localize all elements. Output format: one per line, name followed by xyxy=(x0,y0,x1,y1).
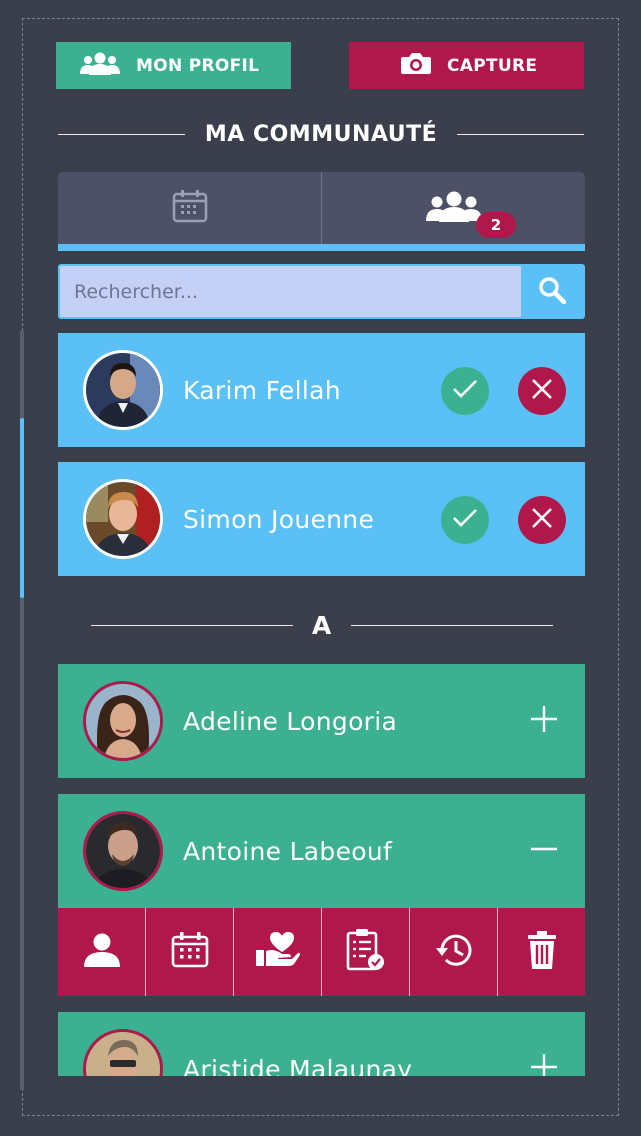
reject-button[interactable] xyxy=(518,496,566,544)
page-title: MA COMMUNAUTÉ xyxy=(204,121,438,147)
contact-name: Karim Fellah xyxy=(183,375,341,405)
tab-calendar[interactable] xyxy=(58,172,322,244)
contact-row[interactable]: Adeline Longoria xyxy=(58,664,585,778)
expand-button[interactable] xyxy=(520,1045,568,1076)
accept-button[interactable] xyxy=(441,367,489,415)
avatar xyxy=(83,811,163,891)
delete-button[interactable] xyxy=(498,908,585,996)
avatar xyxy=(83,479,163,559)
search-icon xyxy=(538,276,567,308)
alphabet-divider: A xyxy=(58,586,585,664)
contact-name: Aristide Malaunay xyxy=(183,1054,413,1077)
close-icon xyxy=(531,378,553,404)
checklist-icon xyxy=(346,929,386,975)
list-viewport-bottom: Aristide Malaunay xyxy=(58,1012,585,1076)
avatar xyxy=(83,350,163,430)
group-icon xyxy=(80,51,120,80)
schedule-button[interactable] xyxy=(146,908,234,996)
expand-button[interactable] xyxy=(520,697,568,745)
capture-label: CAPTURE xyxy=(447,55,538,76)
contact-name: Antoine Labeouf xyxy=(183,836,393,866)
title-rule-right xyxy=(457,133,584,135)
request-count-badge: 2 xyxy=(476,212,516,238)
profile-icon xyxy=(82,933,122,971)
plus-icon xyxy=(530,705,558,737)
my-profile-label: MON PROFIL xyxy=(136,55,260,76)
contact-row-expanded[interactable]: Antoine Labeouf xyxy=(58,794,585,908)
history-button[interactable] xyxy=(410,908,498,996)
accept-button[interactable] xyxy=(441,496,489,544)
camera-icon xyxy=(401,52,431,79)
check-icon xyxy=(452,508,478,532)
donate-button[interactable] xyxy=(234,908,322,996)
my-profile-button[interactable]: MON PROFIL xyxy=(56,42,291,89)
trash-icon xyxy=(527,931,557,973)
title-rule-left xyxy=(58,133,185,135)
capture-button[interactable]: CAPTURE xyxy=(349,42,584,89)
divider-rule-left xyxy=(90,624,293,626)
contact-name: Simon Jouenne xyxy=(183,504,375,534)
calendar-icon xyxy=(171,932,209,972)
contact-row[interactable]: Aristide Malaunay xyxy=(58,1012,585,1076)
search-bar xyxy=(58,264,585,319)
search-button[interactable] xyxy=(521,266,583,317)
scrollbar-thumb[interactable] xyxy=(20,418,24,598)
plus-icon xyxy=(530,1053,558,1076)
check-icon xyxy=(452,379,478,403)
tab-community[interactable] xyxy=(322,172,585,244)
reject-button[interactable] xyxy=(518,367,566,415)
tasks-button[interactable] xyxy=(322,908,410,996)
donate-icon xyxy=(255,932,300,972)
minus-icon xyxy=(530,835,558,867)
group-letter: A xyxy=(311,610,332,640)
community-tabs: 2 xyxy=(58,172,585,251)
search-input[interactable] xyxy=(60,266,521,317)
collapse-button[interactable] xyxy=(520,827,568,875)
avatar xyxy=(83,681,163,761)
section-title: MA COMMUNAUTÉ xyxy=(58,116,584,152)
avatar xyxy=(83,1029,163,1076)
friend-request-row: Karim Fellah xyxy=(58,333,585,447)
divider-rule-right xyxy=(350,624,553,626)
active-tab-indicator xyxy=(58,244,585,251)
friend-request-row: Simon Jouenne xyxy=(58,462,585,576)
history-icon xyxy=(434,932,474,972)
group-icon xyxy=(425,190,482,226)
close-icon xyxy=(531,507,553,533)
contact-name: Adeline Longoria xyxy=(183,706,398,736)
view-profile-button[interactable] xyxy=(58,908,146,996)
contact-action-bar xyxy=(58,908,585,996)
calendar-icon xyxy=(172,189,208,227)
